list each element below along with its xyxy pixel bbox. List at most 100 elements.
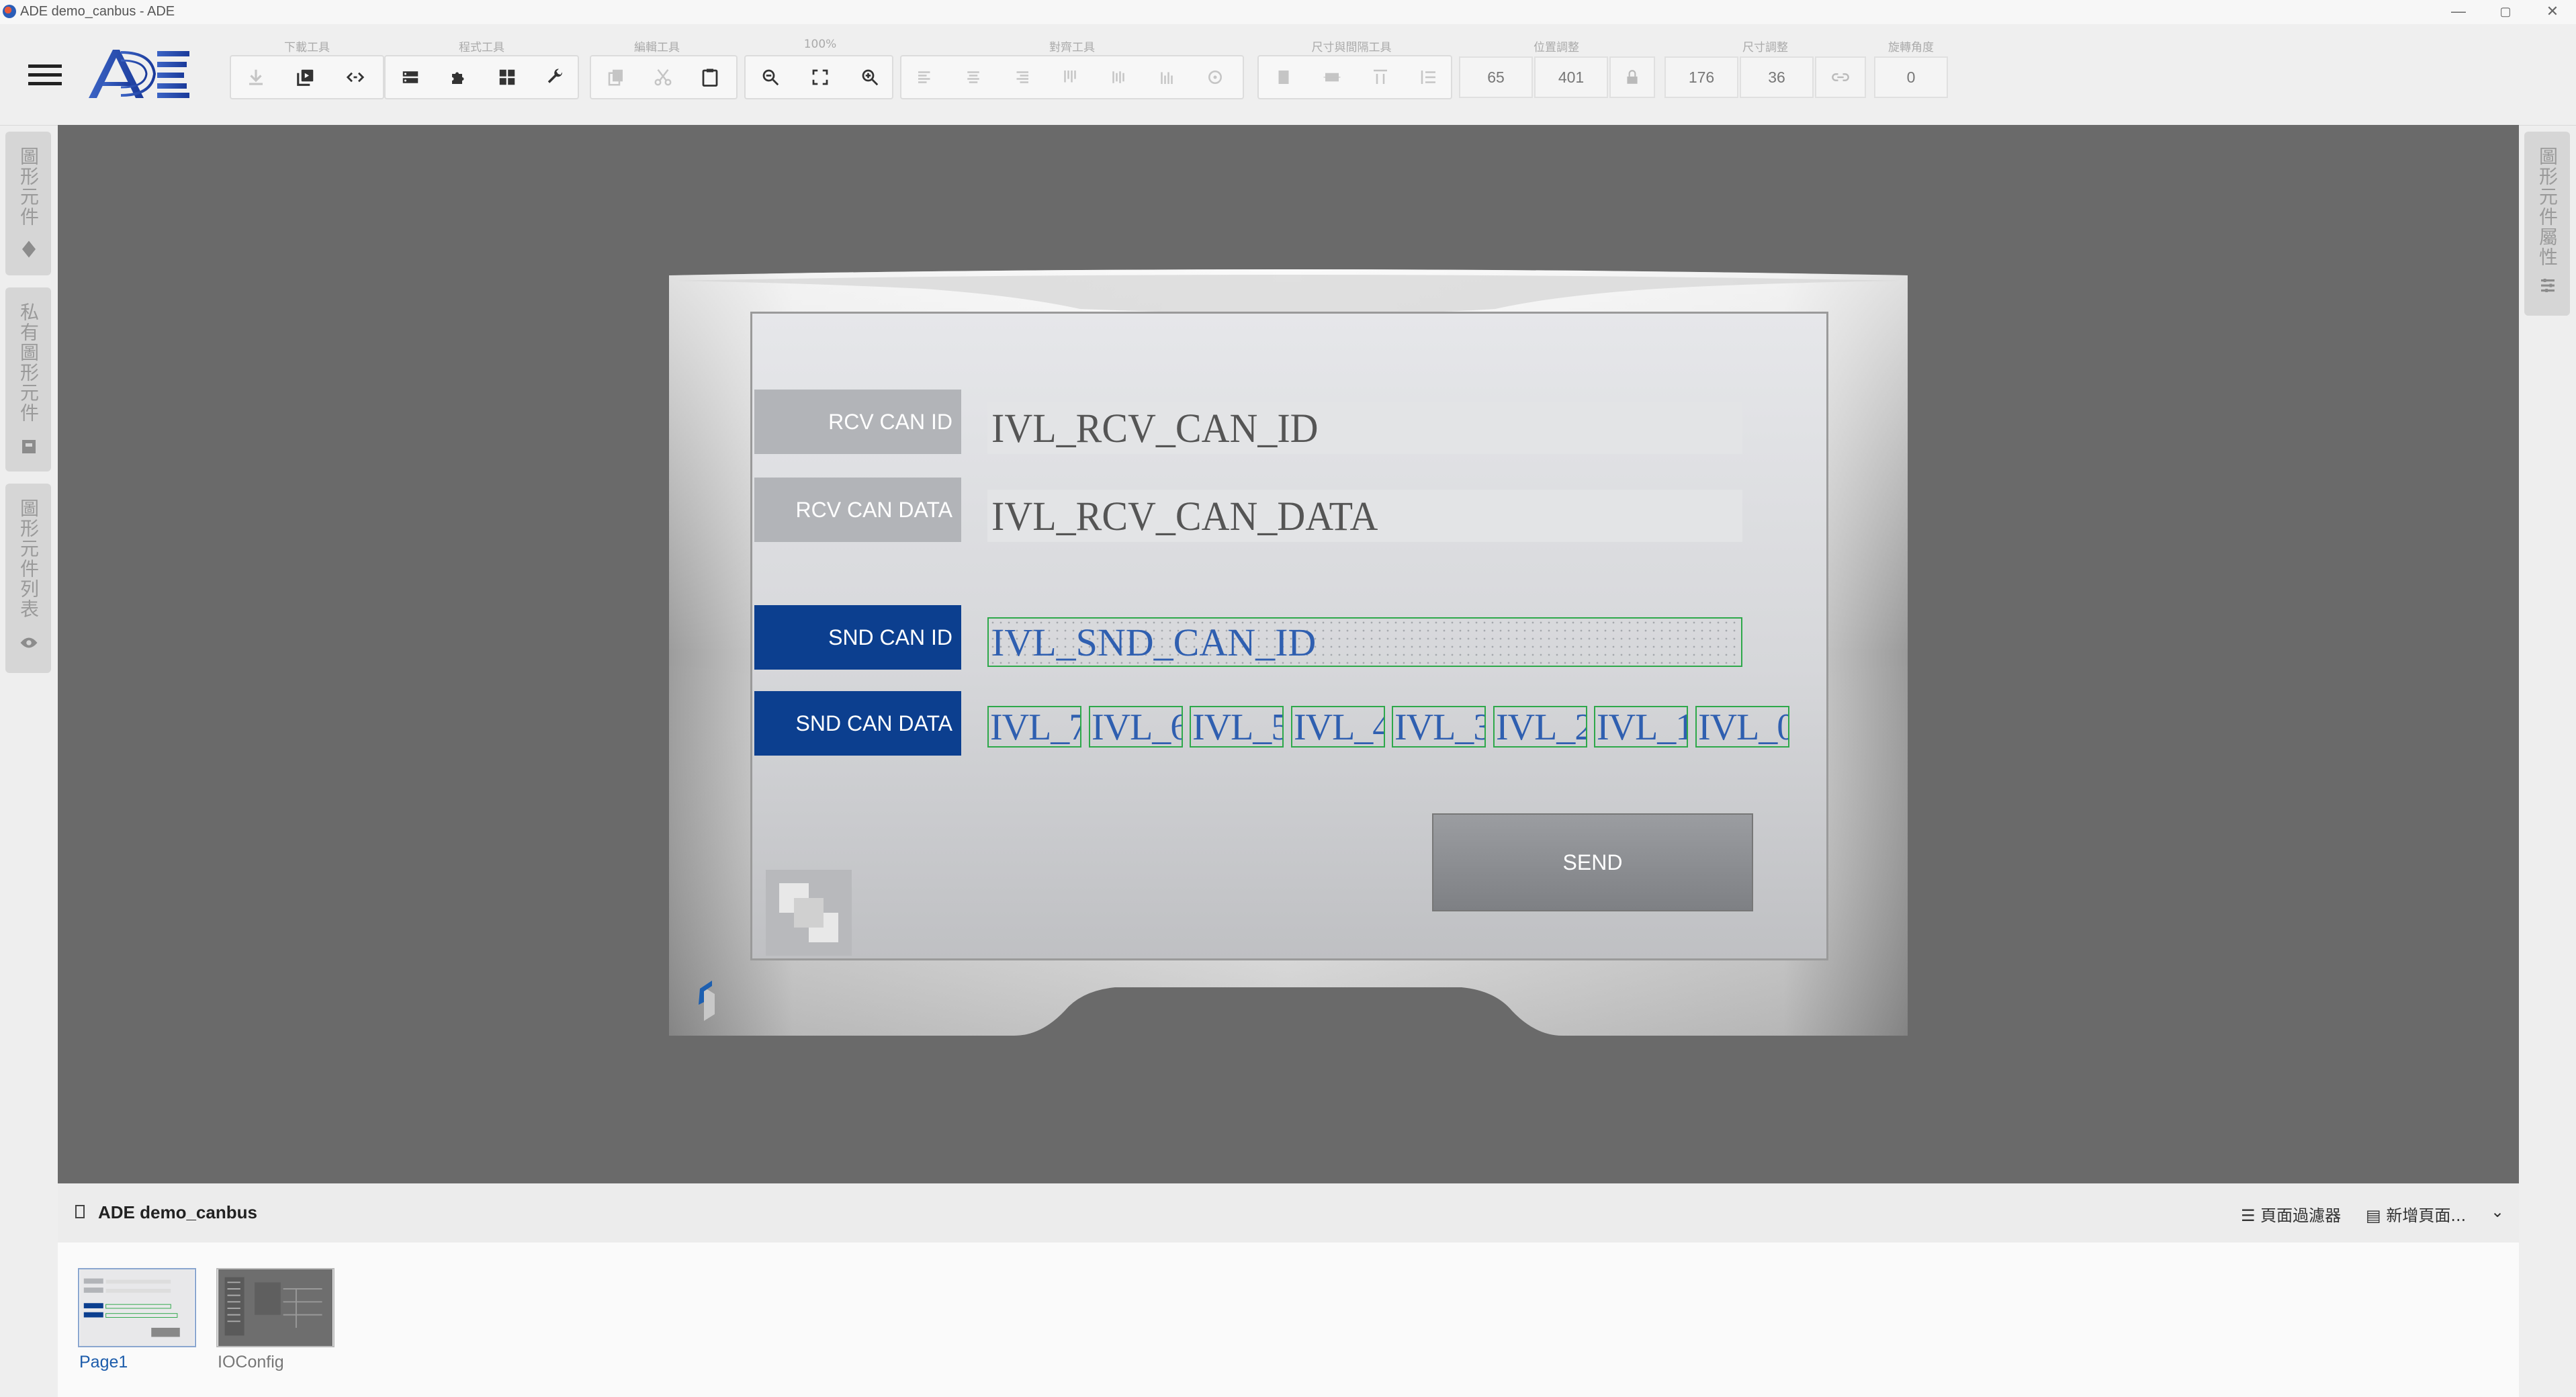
- page-label-ioconfig[interactable]: IOConfig: [218, 1353, 284, 1372]
- snd-data-byte-6[interactable]: IVL_6: [1089, 706, 1183, 748]
- copy-export-icon: [297, 69, 314, 86]
- target-icon: [1208, 71, 1222, 84]
- widgets-button[interactable]: [486, 62, 528, 93]
- side-tab-components-label: 圖形元件: [17, 146, 40, 227]
- diamond-icon: [22, 240, 36, 258]
- snd-data-byte-1[interactable]: IVL_1: [1594, 706, 1688, 748]
- snd-data-byte-5[interactable]: IVL_5: [1190, 706, 1284, 748]
- align-middle-button[interactable]: [1098, 62, 1139, 93]
- page-panel-header: ADE demo_canbus ☰ 頁面過濾器 ▤ 新增頁面... ⌄: [58, 1183, 2519, 1243]
- new-page-button[interactable]: ▤ 新增頁面...: [2366, 1202, 2466, 1226]
- size-group-label: 尺寸調整: [1742, 41, 1788, 54]
- zoom-out-button[interactable]: [750, 62, 791, 93]
- close-button[interactable]: ✕: [2532, 0, 2573, 24]
- align-middle-icon: [1112, 71, 1124, 83]
- snd-can-data-label: SND CAN DATA: [754, 691, 961, 756]
- v-spacing-button[interactable]: [1408, 62, 1450, 93]
- h-spacing-button[interactable]: [1360, 62, 1401, 93]
- new-page-label: 新增頁面...: [2386, 1206, 2467, 1225]
- zoom-in-button[interactable]: [849, 62, 891, 93]
- align-center-button[interactable]: [952, 62, 994, 93]
- same-width-icon: [1278, 71, 1289, 84]
- minimize-button[interactable]: —: [2438, 0, 2479, 24]
- snd-data-byte-4[interactable]: IVL_4: [1291, 706, 1385, 748]
- side-tab-components[interactable]: 圖形元件: [5, 132, 51, 275]
- position-group-label: 位置調整: [1534, 41, 1579, 54]
- side-tab-private-components[interactable]: 私有圖形元件: [5, 287, 51, 471]
- download-group-label: 下載工具: [284, 41, 330, 54]
- filter-icon: ☰: [2241, 1206, 2256, 1225]
- align-left-icon: [918, 71, 930, 83]
- page-filter-label: 頁面過濾器: [2260, 1206, 2342, 1225]
- snd-data-byte-7[interactable]: IVL_7: [987, 706, 1081, 748]
- download-icon: [249, 69, 263, 85]
- chevron-down-icon[interactable]: ⌄: [2491, 1202, 2504, 1221]
- size-height-field[interactable]: 36: [1740, 56, 1814, 98]
- storage-button[interactable]: [390, 62, 431, 93]
- clipboard-icon: [702, 69, 718, 87]
- app-icon: [3, 5, 16, 18]
- align-center-icon: [967, 71, 979, 83]
- scissors-icon: [654, 69, 672, 86]
- fit-screen-icon: [812, 69, 828, 85]
- edit-tools: [590, 55, 738, 99]
- rotation-group-label: 旋轉角度: [1888, 41, 1934, 54]
- zoom-out-icon: [762, 69, 779, 86]
- menu-icon[interactable]: [28, 62, 62, 89]
- snd-data-byte-0[interactable]: IVL_0: [1695, 706, 1789, 748]
- copy-button[interactable]: [595, 62, 637, 93]
- widgets-icon: [499, 69, 515, 85]
- puzzle-icon: [452, 72, 464, 84]
- page-panel: ADE demo_canbus ☰ 頁面過濾器 ▤ 新增頁面... ⌄ Page…: [58, 1183, 2519, 1397]
- plugin-button[interactable]: [438, 62, 480, 93]
- side-tab-properties[interactable]: 圖形元件屬性: [2524, 132, 2570, 316]
- eye-icon: [20, 637, 38, 648]
- zoom-in-icon: [862, 69, 879, 86]
- page-thumbnail-ioconfig[interactable]: [216, 1268, 335, 1347]
- download-button[interactable]: [235, 62, 277, 93]
- same-height-button[interactable]: [1311, 62, 1353, 93]
- size-link-button[interactable]: [1815, 56, 1866, 98]
- rcv-can-data-label: RCV CAN DATA: [754, 478, 961, 542]
- v-spacing-icon: [1421, 71, 1435, 84]
- snd-data-byte-2[interactable]: IVL_2: [1493, 706, 1587, 748]
- spacing-tools: [1257, 55, 1452, 99]
- snd-can-id-input[interactable]: IVL_SND_CAN_ID: [987, 617, 1742, 667]
- edit-group-label: 編輯工具: [634, 41, 680, 54]
- code-button[interactable]: [335, 62, 376, 93]
- page-label-page1[interactable]: Page1: [79, 1353, 128, 1372]
- side-tab-private-label: 私有圖形元件: [17, 302, 40, 423]
- align-top-button[interactable]: [1049, 62, 1091, 93]
- side-tab-component-list[interactable]: 圖形元件列表: [5, 484, 51, 673]
- position-lock-button[interactable]: [1609, 56, 1655, 98]
- align-bottom-button[interactable]: [1146, 62, 1188, 93]
- placeholder-image-icon[interactable]: [766, 870, 852, 956]
- spacing-group-label: 尺寸與間隔工具: [1311, 41, 1392, 54]
- page-thumbnail-page1[interactable]: [78, 1268, 196, 1347]
- download-tools: [230, 55, 384, 99]
- align-right-button[interactable]: [1001, 62, 1042, 93]
- restore-button[interactable]: ▢: [2485, 0, 2526, 24]
- rotation-field[interactable]: 0: [1874, 56, 1948, 98]
- cut-button[interactable]: [642, 62, 684, 93]
- send-button[interactable]: SEND: [1432, 813, 1753, 911]
- fit-screen-button[interactable]: [799, 62, 841, 93]
- same-width-button[interactable]: [1263, 62, 1304, 93]
- export-button[interactable]: [285, 62, 326, 93]
- ade-logo: [89, 50, 189, 98]
- same-height-icon: [1323, 73, 1341, 82]
- settings-button[interactable]: [535, 62, 576, 93]
- align-left-button[interactable]: [904, 62, 946, 93]
- window-title: ADE demo_canbus - ADE: [20, 4, 175, 19]
- sliders-icon: [2541, 279, 2555, 292]
- size-width-field[interactable]: 176: [1664, 56, 1738, 98]
- page-filter-button[interactable]: ☰ 頁面過濾器: [2241, 1202, 2341, 1226]
- align-bottom-icon: [1161, 72, 1173, 84]
- position-x-field[interactable]: 65: [1459, 56, 1533, 98]
- paste-button[interactable]: [689, 62, 731, 93]
- rcv-can-id-label: RCV CAN ID: [754, 390, 961, 454]
- align-center-both-button[interactable]: [1194, 62, 1236, 93]
- zoom-level-label: 100%: [803, 38, 837, 51]
- position-y-field[interactable]: 401: [1534, 56, 1608, 98]
- snd-data-byte-3[interactable]: IVL_3: [1392, 706, 1486, 748]
